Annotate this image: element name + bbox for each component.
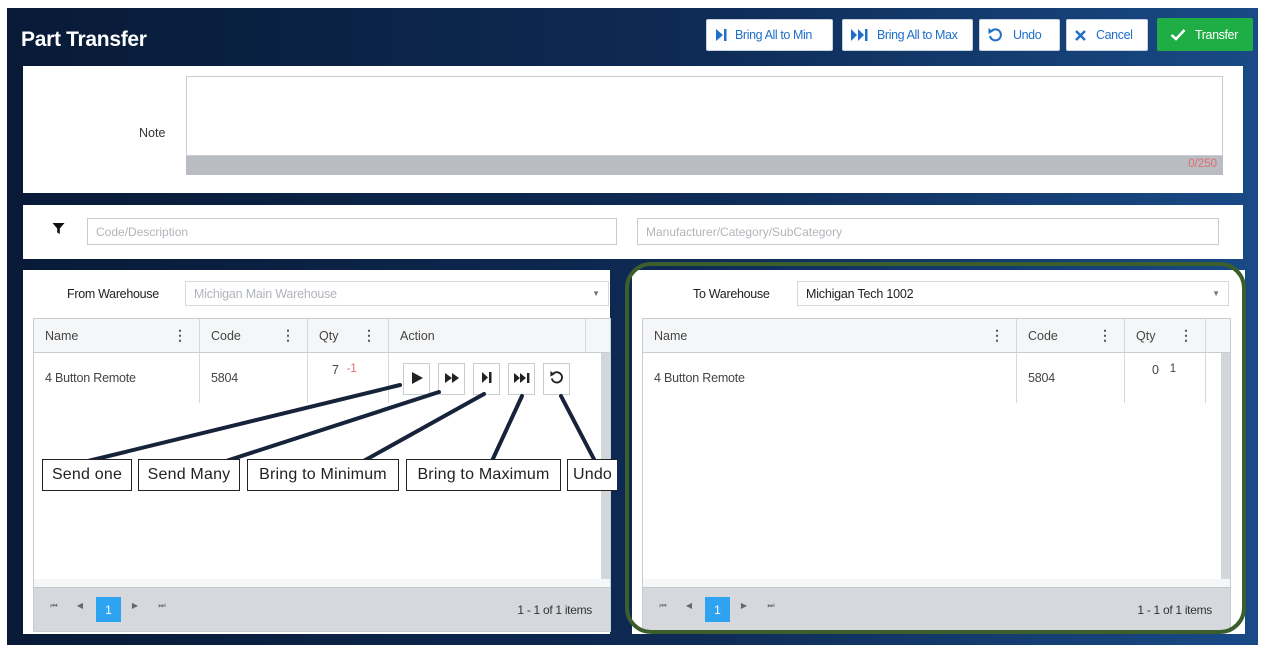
close-icon: [1074, 29, 1087, 42]
qty-value: 0: [1152, 363, 1159, 377]
note-char-counter: 0/250: [1188, 158, 1217, 170]
filter-icon[interactable]: [52, 222, 65, 238]
to-row-qty: 0 1: [1125, 353, 1206, 403]
first-page-icon[interactable]: ⏮: [657, 601, 669, 611]
from-row-qty: 7 -1: [308, 353, 389, 403]
from-col-qty[interactable]: Qty ⋮: [308, 319, 389, 352]
from-col-action: Action: [389, 319, 586, 352]
note-label: Note: [139, 126, 166, 140]
note-panel: Note 0/250: [23, 66, 1243, 193]
column-menu-icon[interactable]: ⋮: [1179, 328, 1193, 342]
last-page-icon[interactable]: ⏭: [765, 601, 777, 611]
bring-all-to-min-button[interactable]: Bring All to Min: [706, 19, 833, 51]
note-textarea[interactable]: [186, 76, 1223, 156]
prev-page-icon[interactable]: ◀: [74, 601, 86, 610]
callout-bring-max: Bring to Maximum: [406, 459, 561, 491]
to-grid: Name ⋮ Code ⋮ Qty ⋮ 4 Button Remote 5804…: [642, 318, 1231, 632]
undo-icon: [987, 27, 1003, 43]
next-page-icon[interactable]: ▶: [129, 601, 141, 610]
to-row-name: 4 Button Remote: [643, 353, 1017, 403]
check-icon: [1170, 28, 1186, 41]
pager-info: 1 - 1 of 1 items: [1137, 603, 1212, 617]
bring-all-to-min-label: Bring All to Min: [735, 28, 812, 42]
skip-to-max-icon: [850, 28, 870, 42]
qty-change: 1: [1169, 363, 1176, 375]
column-menu-icon[interactable]: ⋮: [281, 328, 295, 342]
code-description-filter-input[interactable]: [87, 218, 617, 245]
bring-all-to-max-button[interactable]: Bring All to Max: [842, 19, 973, 51]
chevron-down-icon[interactable]: ▼: [1204, 282, 1228, 305]
to-grid-body: 4 Button Remote 5804 0 1: [643, 353, 1221, 579]
play-icon: [410, 371, 424, 388]
filter-panel: [23, 205, 1243, 259]
next-page-icon[interactable]: ▶: [738, 601, 750, 610]
to-warehouse-select[interactable]: Michigan Tech 1002 ▼: [797, 281, 1229, 306]
skip-to-min-icon: [714, 28, 728, 42]
to-row-code: 5804: [1017, 353, 1125, 403]
transfer-label: Transfer: [1195, 27, 1238, 42]
bring-all-to-max-label: Bring All to Max: [877, 28, 958, 42]
cancel-label: Cancel: [1096, 28, 1133, 42]
skip-to-max-icon: [513, 372, 531, 387]
pager-info: 1 - 1 of 1 items: [517, 603, 592, 617]
send-one-button[interactable]: [403, 363, 430, 395]
from-warehouse-label: From Warehouse: [67, 287, 159, 301]
page-number[interactable]: 1: [96, 597, 121, 622]
from-row-name: 4 Button Remote: [34, 353, 200, 403]
chevron-down-icon: ▼: [592, 289, 600, 298]
to-warehouse-panel: To Warehouse Michigan Tech 1002 ▼ Name ⋮…: [632, 270, 1245, 634]
column-menu-icon[interactable]: ⋮: [362, 328, 376, 342]
callout-bring-min: Bring to Minimum: [247, 459, 399, 491]
undo-label: Undo: [1013, 28, 1042, 42]
send-many-button[interactable]: [438, 363, 465, 395]
cancel-button[interactable]: Cancel: [1066, 19, 1148, 51]
from-warehouse-panel: From Warehouse Michigan Main Warehouse ▼…: [23, 270, 611, 634]
to-warehouse-value: Michigan Tech 1002: [806, 286, 914, 301]
bring-to-max-button[interactable]: [508, 363, 535, 395]
note-counter-bar: 0/250: [186, 156, 1223, 175]
part-transfer-window: Part Transfer Bring All to Min Bring All…: [7, 8, 1258, 645]
to-grid-pager: ⏮ ◀ 1 ▶ ⏭ 1 - 1 of 1 items: [643, 587, 1230, 631]
from-col-code[interactable]: Code ⋮: [200, 319, 308, 352]
transfer-button[interactable]: Transfer: [1157, 18, 1253, 51]
undo-icon: [549, 370, 564, 388]
from-warehouse-value: Michigan Main Warehouse: [194, 286, 337, 301]
row-undo-button[interactable]: [543, 363, 570, 395]
from-warehouse-select: Michigan Main Warehouse ▼: [185, 281, 609, 306]
callout-undo: Undo: [567, 459, 617, 491]
bring-to-min-button[interactable]: [473, 363, 500, 395]
column-menu-icon[interactable]: ⋮: [990, 328, 1004, 342]
to-col-code[interactable]: Code ⋮: [1017, 319, 1125, 352]
from-grid-header: Name ⋮ Code ⋮ Qty ⋮ Action: [34, 319, 610, 353]
category-filter-input[interactable]: [637, 218, 1219, 245]
skip-to-min-icon: [481, 371, 493, 387]
column-menu-icon[interactable]: ⋮: [1098, 328, 1112, 342]
to-grid-scrollbar[interactable]: [1221, 353, 1230, 579]
qty-value: 7: [332, 363, 339, 377]
callout-send-one: Send one: [42, 459, 132, 491]
to-grid-header: Name ⋮ Code ⋮ Qty ⋮: [643, 319, 1230, 353]
to-warehouse-label: To Warehouse: [693, 287, 770, 301]
first-page-icon[interactable]: ⏮: [48, 601, 60, 611]
prev-page-icon[interactable]: ◀: [683, 601, 695, 610]
fast-forward-icon: [444, 372, 460, 387]
column-menu-icon[interactable]: ⋮: [173, 328, 187, 342]
from-col-name[interactable]: Name ⋮: [34, 319, 200, 352]
to-col-name[interactable]: Name ⋮: [643, 319, 1017, 352]
page-title: Part Transfer: [21, 28, 147, 51]
from-grid-pager: ⏮ ◀ 1 ▶ ⏭ 1 - 1 of 1 items: [34, 587, 610, 631]
last-page-icon[interactable]: ⏭: [156, 601, 168, 611]
page-number[interactable]: 1: [705, 597, 730, 622]
to-col-qty[interactable]: Qty ⋮: [1125, 319, 1206, 352]
undo-button[interactable]: Undo: [979, 19, 1060, 51]
from-row-code: 5804: [200, 353, 308, 403]
callout-send-many: Send Many: [138, 459, 240, 491]
qty-change: -1: [346, 363, 357, 375]
